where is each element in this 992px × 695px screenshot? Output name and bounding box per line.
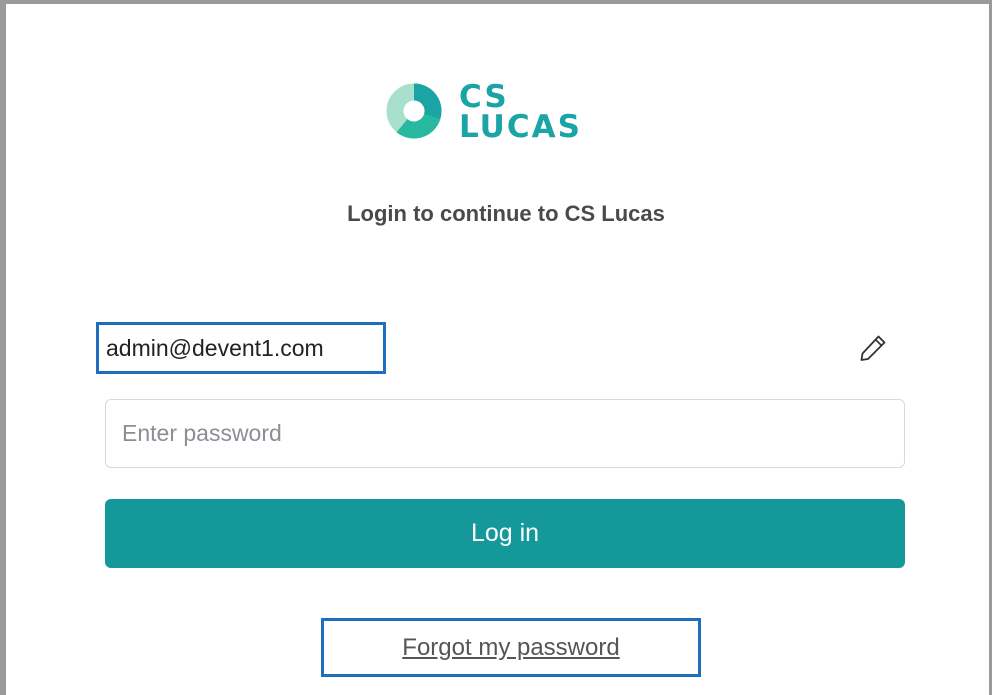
password-input[interactable] (105, 399, 905, 468)
pencil-icon[interactable] (858, 333, 888, 363)
brand-wordmark: CS LUCAS (459, 79, 582, 145)
email-value: admin@devent1.com (106, 334, 324, 361)
login-subtitle: Login to continue to CS Lucas (347, 201, 665, 226)
login-button[interactable]: Log in (105, 499, 905, 568)
donut-logo-icon (386, 83, 442, 139)
forgot-password-highlight: Forgot my password (321, 618, 701, 677)
brand-line-1: CS (459, 79, 509, 115)
forgot-password-link[interactable]: Forgot my password (402, 634, 619, 662)
brand-logo: CS LUCAS (386, 81, 646, 151)
brand-line-2: LUCAS (459, 109, 582, 145)
email-display: admin@devent1.com (96, 322, 386, 374)
